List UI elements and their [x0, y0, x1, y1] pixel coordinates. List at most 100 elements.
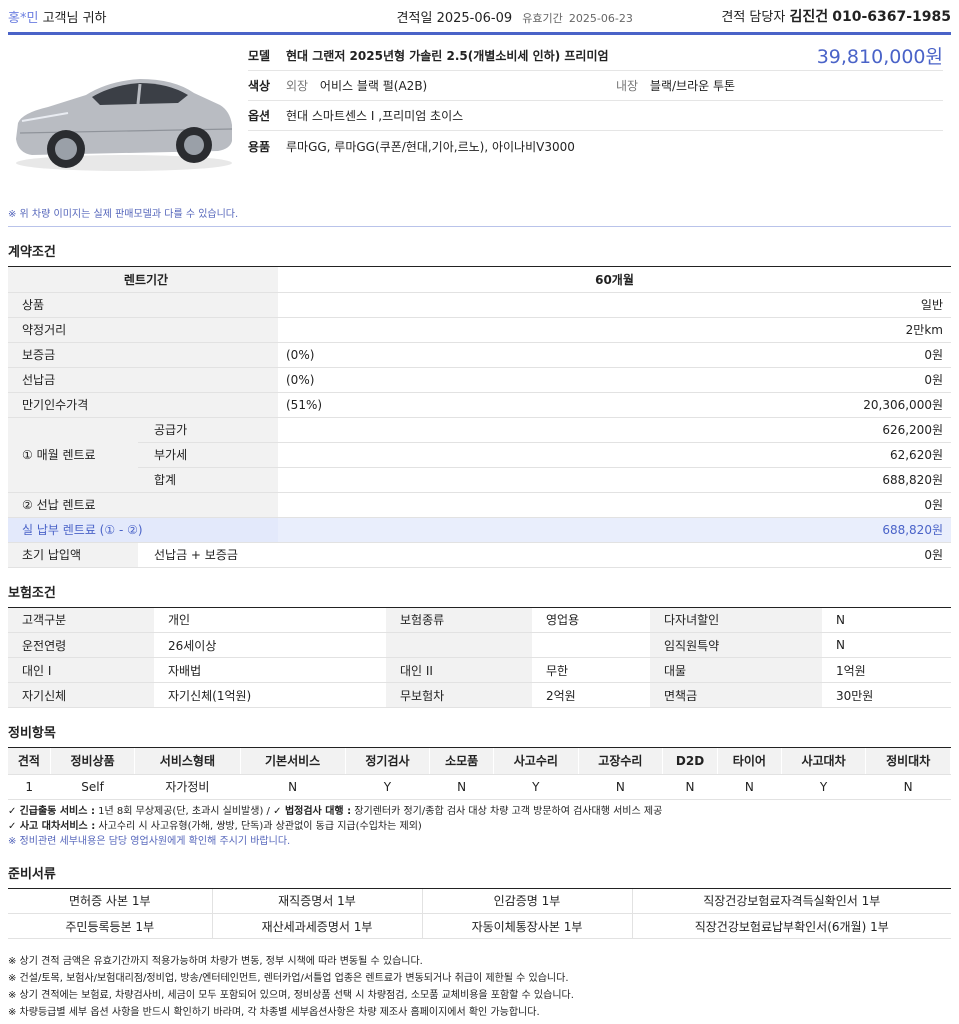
insurance-value: 2억원 — [532, 682, 650, 708]
term-value: 60개월 — [278, 267, 951, 293]
goods-label: 용품 — [248, 139, 271, 154]
maintenance-cell: 1 — [8, 774, 51, 800]
insurance-value: 26세이상 — [154, 632, 386, 658]
contract-row-pct: (0%) — [278, 367, 428, 393]
valid-label: 유효기간 — [522, 11, 563, 25]
documents-section-title: 준비서류 — [8, 863, 951, 889]
contract-row: 보증금 (0%) 0원 — [8, 342, 951, 368]
document-item: 자동이체통장사본 1부 — [422, 913, 633, 939]
actual-payment-row: 실 납부 렌트료 (① - ②) 688,820원 — [8, 517, 951, 543]
contract-row-value: 2만km — [428, 317, 951, 343]
customer-suffix: 고객님 귀하 — [42, 10, 107, 26]
manager-name: 김진건 — [789, 9, 829, 25]
maintenance-cell: Self — [50, 774, 135, 800]
insurance-label: 대물 — [650, 657, 822, 683]
insurance-label: 고객구분 — [8, 607, 154, 633]
maintenance-cell: N — [662, 774, 718, 800]
maintenance-cell: Y — [345, 774, 430, 800]
note-bold: ✓ 법정검사 대행 : — [273, 805, 352, 817]
maintenance-row: 1 Self 자가정비 N Y N Y N N N Y N — [8, 774, 951, 800]
option-row: 옵션 현대 스마트센스 I ,프리미엄 초이스 — [248, 101, 943, 131]
interior-label: 내장 — [616, 79, 639, 93]
monthly-row: 부가세 62,620원 — [8, 442, 951, 468]
insurance-value: 자배법 — [154, 657, 386, 683]
note-bold: 긴급출동 서비스 : — [19, 805, 95, 817]
documents-row: 면허증 사본 1부 재직증명서 1부 인감증명 1부 직장건강보험료자격득실확인서 1… — [8, 888, 951, 914]
maintenance-cell: N — [578, 774, 663, 800]
maintenance-header-row: 견적 정비상품 서비스형태 기본서비스 정기검사 소모품 사고수리 고장수리 D2D 타이어 사고대… — [8, 748, 951, 775]
insurance-value: 1억원 — [822, 657, 951, 683]
insurance-value: N — [822, 632, 951, 658]
maintenance-header-cell: 정기검사 — [345, 748, 431, 775]
monthly-value: 688,820원 — [428, 467, 951, 493]
term-row: 렌트기간 60개월 — [8, 267, 951, 293]
check-icon: ✓ — [8, 805, 17, 817]
option-label: 옵션 — [248, 109, 271, 123]
option-value: 현대 스마트센스 I ,프리미엄 초이스 — [286, 109, 464, 123]
document-item: 인감증명 1부 — [422, 888, 633, 914]
monthly-sublabel: 부가세 — [138, 442, 278, 468]
contract-row-value: 20,306,000원 — [428, 392, 951, 418]
insurance-row: 자기신체 자기신체(1억원) 무보험차 2억원 면책금 30만원 — [8, 682, 951, 708]
maintenance-notes: ✓ 긴급출동 서비스 : 1년 8회 무상제공(단, 초과시 실비발생) / ✓… — [8, 804, 951, 849]
maintenance-header-cell: 소모품 — [429, 748, 495, 775]
insurance-label: 운전연령 — [8, 632, 154, 658]
insurance-value: 영업용 — [532, 607, 650, 633]
document-item: 재산세과세증명서 1부 — [212, 913, 423, 939]
quote-page: 홍*민 고객님 귀하 견적일 2025-06-09 유효기간 2025-06-2… — [0, 0, 959, 1024]
image-disclaimer: ※ 위 차량 이미지는 실제 판매모델과 다를 수 있습니다. — [8, 193, 951, 227]
goods-row: 용품 루마GG, 루마GG(쿠폰/현대,기아,르노), 아이나비V3000 — [248, 131, 943, 161]
document-item: 직장건강보험료자격득실확인서 1부 — [632, 888, 951, 914]
contract-row: 약정거리 2만km — [8, 317, 951, 343]
monthly-row: 합계 688,820원 — [8, 467, 951, 493]
car-image — [8, 41, 240, 181]
insurance-value: N — [822, 607, 951, 633]
insurance-label: 자기신체 — [8, 682, 154, 708]
initial-payment-label: 초기 납입액 — [8, 542, 138, 568]
insurance-row: 대인 I 자배법 대인 II 무한 대물 1억원 — [8, 657, 951, 683]
goods-value: 루마GG, 루마GG(쿠폰/현대,기아,르노), 아이나비V3000 — [286, 139, 575, 154]
contract-section-title: 계약조건 — [8, 241, 951, 267]
maintenance-header-cell: 기본서비스 — [240, 748, 346, 775]
maintenance-header-cell: 사고수리 — [493, 748, 579, 775]
documents-row: 주민등록등본 1부 재산세과세증명서 1부 자동이체통장사본 1부 직장건강보험료납부… — [8, 913, 951, 939]
insurance-label: 다자녀할인 — [650, 607, 822, 633]
monthly-row: ① 매월 렌트료 공급가 626,200원 — [8, 417, 951, 493]
manager-label: 견적 담당자 — [721, 10, 786, 25]
maintenance-header-cell: 견적 — [8, 748, 51, 775]
insurance-table: 고객구분 개인 보험종류 영업용 다자녀할인 N 운전연령 26세이상 임직원특약 N 대인 I 자배… — [8, 607, 951, 708]
document-item: 주민등록등본 1부 — [8, 913, 213, 939]
maintenance-note: ✓ 사고 대차서비스 : 사고수리 시 사고유형(가해, 쌍방, 단독)과 상관… — [8, 819, 951, 834]
maintenance-header-cell: 타이어 — [717, 748, 782, 775]
term-label: 렌트기간 — [8, 267, 278, 293]
insurance-label: 무보험차 — [386, 682, 532, 708]
contract-row-label: 약정거리 — [8, 317, 278, 343]
insurance-value: 30만원 — [822, 682, 951, 708]
note-text: 사고수리 시 사고유형(가해, 쌍방, 단독)과 상관없이 동급 지급(수입차는… — [95, 820, 422, 832]
maintenance-table: 견적 정비상품 서비스형태 기본서비스 정기검사 소모품 사고수리 고장수리 D2D 타이어 사고대… — [8, 748, 951, 800]
manager-info: 견적 담당자 김진건 010-6367-1985 — [721, 6, 951, 26]
document-item: 직장건강보험료납부확인서(6개월) 1부 — [632, 913, 951, 939]
maintenance-header-cell: 고장수리 — [578, 748, 664, 775]
maintenance-header-cell: 정비대차 — [865, 748, 951, 775]
insurance-value: 자기신체(1억원) — [154, 682, 386, 708]
interior-color: 블랙/브라운 투톤 — [649, 79, 736, 93]
monthly-value: 62,620원 — [428, 442, 951, 468]
document-item: 면허증 사본 1부 — [8, 888, 213, 914]
insurance-label: 보험종류 — [386, 607, 532, 633]
contract-row-value: 0원 — [428, 367, 951, 393]
valid-date: 2025-06-23 — [568, 11, 633, 25]
maintenance-cell: 자가정비 — [134, 774, 240, 800]
contract-row: 만기인수가격 (51%) 20,306,000원 — [8, 392, 951, 418]
color-label: 색상 — [248, 79, 271, 93]
contract-row-label: 선납금 — [8, 367, 278, 393]
contract-row-pct: (51%) — [278, 392, 428, 418]
car-info: 모델 현대 그랜저 2025년형 가솔린 2.5(개별소비세 인하) 프리미엄 … — [240, 41, 951, 185]
insurance-label: 대인 II — [386, 657, 532, 683]
footer-note: ※ 상기 견적에는 보험료, 차량검사비, 세금이 모두 포함되어 있으며, 정… — [8, 990, 574, 1001]
quote-header: 홍*민 고객님 귀하 견적일 2025-06-09 유효기간 2025-06-2… — [8, 0, 951, 32]
insurance-value — [532, 632, 650, 658]
prepaid-row: ② 선납 렌트료 0원 — [8, 492, 951, 518]
insurance-section-title: 보험조건 — [8, 582, 951, 608]
prepaid-label: ② 선납 렌트료 — [8, 492, 278, 518]
